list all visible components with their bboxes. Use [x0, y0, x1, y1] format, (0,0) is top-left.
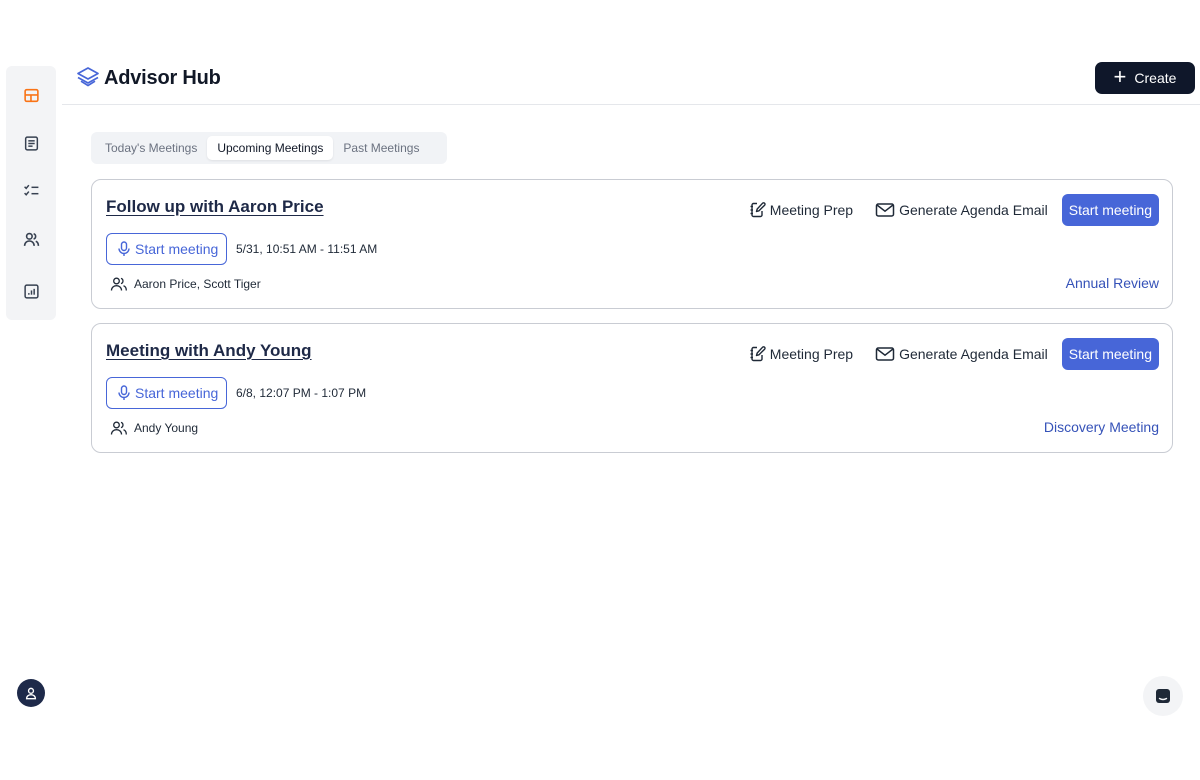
- document-icon: [24, 135, 38, 151]
- start-meeting-mic-label: Start meeting: [135, 241, 219, 257]
- app-title: Advisor Hub: [104, 67, 221, 89]
- meeting-title[interactable]: Follow up with Aaron Price: [106, 197, 324, 217]
- meeting-type-link[interactable]: Discovery Meeting: [1044, 419, 1159, 435]
- meeting-card: Follow up with Aaron Price Start meeting…: [91, 179, 1173, 309]
- layers-logo-icon: [77, 67, 99, 87]
- dashboard-icon: [23, 88, 39, 102]
- sidebar-item-clients[interactable]: [19, 227, 43, 251]
- generate-agenda-email-label: Generate Agenda Email: [899, 202, 1048, 218]
- sidebar-item-reports[interactable]: [19, 279, 43, 303]
- start-meeting-mic-button[interactable]: Start meeting: [106, 377, 228, 409]
- user-icon: [25, 687, 37, 700]
- attendees-names: Andy Young: [134, 421, 199, 435]
- checklist-icon: [23, 184, 38, 196]
- notebook-pen-icon: [750, 202, 766, 218]
- microphone-icon: [118, 241, 130, 256]
- meeting-prep-label: Meeting Prep: [769, 346, 854, 362]
- meeting-type-link[interactable]: Annual Review: [1066, 275, 1159, 291]
- meeting-attendees: Andy Young: [110, 420, 198, 436]
- meeting-actions: Meeting Prep Generate Agenda Email Start…: [748, 338, 1159, 370]
- create-button-label: Create: [1134, 70, 1177, 86]
- meeting-attendees: Aaron Price, Scott Tiger: [110, 276, 261, 292]
- tab-upcoming-meetings[interactable]: Upcoming Meetings: [207, 136, 334, 160]
- microphone-icon: [118, 385, 130, 400]
- chat-launcher-button[interactable]: [1143, 676, 1183, 716]
- tab-past-meetings[interactable]: Past Meetings: [333, 136, 429, 160]
- meeting-actions: Meeting Prep Generate Agenda Email Start…: [748, 194, 1159, 226]
- meeting-time: 6/8, 12:07 PM - 1:07 PM: [236, 386, 367, 400]
- clients-icon: [23, 232, 39, 246]
- attendees-names: Aaron Price, Scott Tiger: [134, 277, 261, 291]
- meeting-card: Meeting with Andy Young Start meeting 6/…: [91, 323, 1173, 453]
- meeting-prep-button[interactable]: Meeting Prep: [748, 345, 853, 363]
- sidebar-item-dashboard[interactable]: [19, 83, 43, 107]
- attendees-icon: [110, 277, 127, 291]
- sidebar-item-notes[interactable]: [19, 131, 43, 155]
- generate-agenda-email-button[interactable]: Generate Agenda Email: [875, 346, 1048, 362]
- generate-agenda-email-label: Generate Agenda Email: [899, 346, 1048, 362]
- meeting-prep-label: Meeting Prep: [769, 202, 854, 218]
- start-meeting-mic-label: Start meeting: [135, 385, 219, 401]
- generate-agenda-email-button[interactable]: Generate Agenda Email: [875, 202, 1048, 218]
- start-meeting-button[interactable]: Start meeting: [1061, 194, 1159, 226]
- meeting-title[interactable]: Meeting with Andy Young: [106, 341, 312, 361]
- report-icon: [23, 283, 39, 299]
- sidebar-item-tasks[interactable]: [19, 178, 43, 202]
- tab-todays-meetings[interactable]: Today's Meetings: [95, 136, 207, 160]
- start-meeting-mic-button[interactable]: Start meeting: [106, 233, 228, 265]
- attendees-icon: [110, 421, 127, 435]
- user-menu-button[interactable]: [17, 679, 45, 707]
- plus-icon: +: [1113, 64, 1127, 89]
- mail-icon: [875, 347, 895, 361]
- start-meeting-button[interactable]: Start meeting: [1061, 338, 1159, 370]
- create-button[interactable]: + Create: [1095, 62, 1195, 94]
- meeting-prep-button[interactable]: Meeting Prep: [748, 201, 853, 219]
- top-header: Advisor Hub + Create: [62, 55, 1200, 105]
- sidebar: [6, 66, 56, 320]
- notebook-pen-icon: [750, 346, 766, 362]
- chat-icon: [1156, 689, 1170, 703]
- meeting-tabs: Today's Meetings Upcoming Meetings Past …: [91, 132, 447, 164]
- app-root: Advisor Hub + Create Today's Meetings Up…: [0, 0, 1200, 780]
- meeting-time: 5/31, 10:51 AM - 11:51 AM: [236, 242, 378, 256]
- mail-icon: [875, 203, 895, 217]
